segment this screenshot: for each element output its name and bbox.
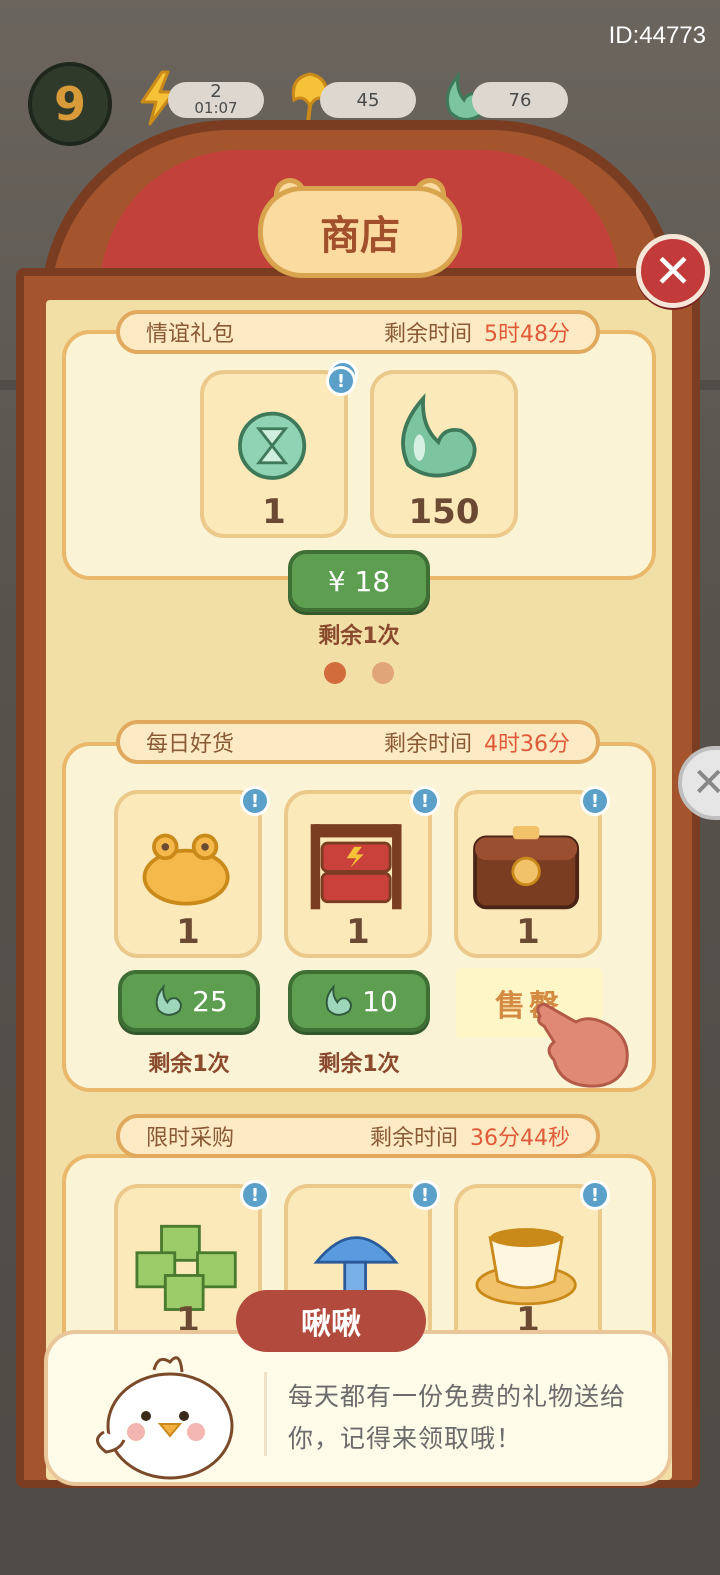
- energy-counter[interactable]: 2 01:07: [168, 82, 264, 118]
- limited-purchase-header: 限时采购 剩余时间 36分44秒: [116, 1114, 600, 1158]
- page-dot-active[interactable]: [324, 662, 346, 684]
- time-label: 剩余时间: [369, 1126, 458, 1151]
- jade-drop-icon: [325, 983, 353, 1016]
- item-quantity: 1: [346, 912, 370, 952]
- info-icon[interactable]: !: [410, 786, 440, 816]
- friendship-pack-section: [62, 330, 656, 580]
- speaker-name: 啾啾: [236, 1290, 426, 1352]
- user-id: ID:44773: [608, 22, 706, 49]
- energy-count: 2: [210, 81, 222, 102]
- time-remaining: 4时36分: [484, 732, 570, 757]
- info-icon[interactable]: !: [240, 786, 270, 816]
- dialog-message: 每天都有一份免费的礼物送给你，记得来领取哦！: [288, 1382, 627, 1453]
- leaf-currency[interactable]: 45: [320, 82, 416, 118]
- price-value: 25: [192, 984, 228, 1018]
- daily-frog-buy-button[interactable]: 25: [118, 970, 260, 1032]
- chick-avatar: [96, 1356, 234, 1480]
- daily-item-frog[interactable]: 1: [114, 790, 262, 958]
- time-remaining: 5时48分: [484, 322, 570, 347]
- pack-item-hourglass[interactable]: 1 !: [200, 360, 358, 538]
- info-icon[interactable]: !: [580, 1180, 610, 1210]
- treasure-chest-icon: [473, 826, 580, 910]
- pack-item-jade[interactable]: 150: [370, 370, 518, 538]
- page-dot[interactable]: [372, 662, 394, 684]
- section-name: 限时采购: [146, 1126, 235, 1151]
- friendship-pack-remaining: 剩余1次: [318, 624, 400, 649]
- daily-item-lunchbox[interactable]: 1: [284, 790, 432, 958]
- time-remaining: 36分44秒: [470, 1126, 570, 1151]
- daily-item-chest[interactable]: 1: [454, 790, 602, 958]
- section-name: 每日好货: [146, 732, 235, 757]
- jade-drop-icon: [155, 983, 183, 1016]
- dialog-divider: [264, 1372, 267, 1456]
- friendship-pack-buy-button[interactable]: ¥ 18: [288, 550, 430, 612]
- close-icon: ✕: [692, 760, 720, 806]
- jade-currency[interactable]: 76: [472, 82, 568, 118]
- item-quantity: 1: [262, 492, 286, 532]
- energy-timer: 01:07: [194, 99, 238, 117]
- close-icon: ✕: [653, 244, 693, 298]
- limited-item-tea[interactable]: 1: [454, 1184, 602, 1340]
- jade-drop-icon: [401, 393, 477, 478]
- daily-lunchbox-buy-button[interactable]: 10: [288, 970, 430, 1032]
- friendship-pack-header: 情谊礼包 剩余时间 5时48分: [116, 310, 600, 354]
- pointing-hand-icon: [536, 1002, 629, 1088]
- item-quantity: 1: [516, 912, 540, 952]
- info-icon[interactable]: !: [326, 366, 356, 396]
- close-button[interactable]: ✕: [636, 234, 710, 308]
- time-label: 剩余时间: [383, 322, 472, 347]
- price-value: 10: [362, 984, 398, 1018]
- item-quantity: 1: [176, 912, 200, 952]
- info-icon[interactable]: !: [410, 1180, 440, 1210]
- daily-frog-remaining: 剩余1次: [148, 1052, 230, 1077]
- info-icon[interactable]: !: [240, 1180, 270, 1210]
- level-badge: 9: [28, 62, 112, 146]
- lunch-box-icon: [310, 824, 402, 910]
- hourglass-coin-icon: [238, 411, 307, 480]
- section-name: 情谊礼包: [146, 322, 235, 347]
- golden-frog-icon: [142, 833, 230, 906]
- time-label: 剩余时间: [383, 732, 472, 757]
- item-quantity: 150: [408, 492, 480, 532]
- info-icon[interactable]: !: [580, 786, 610, 816]
- shop-title: 商店: [258, 186, 462, 278]
- daily-lunchbox-remaining: 剩余1次: [318, 1052, 400, 1077]
- daily-goods-header: 每日好货 剩余时间 4时36分: [116, 720, 600, 764]
